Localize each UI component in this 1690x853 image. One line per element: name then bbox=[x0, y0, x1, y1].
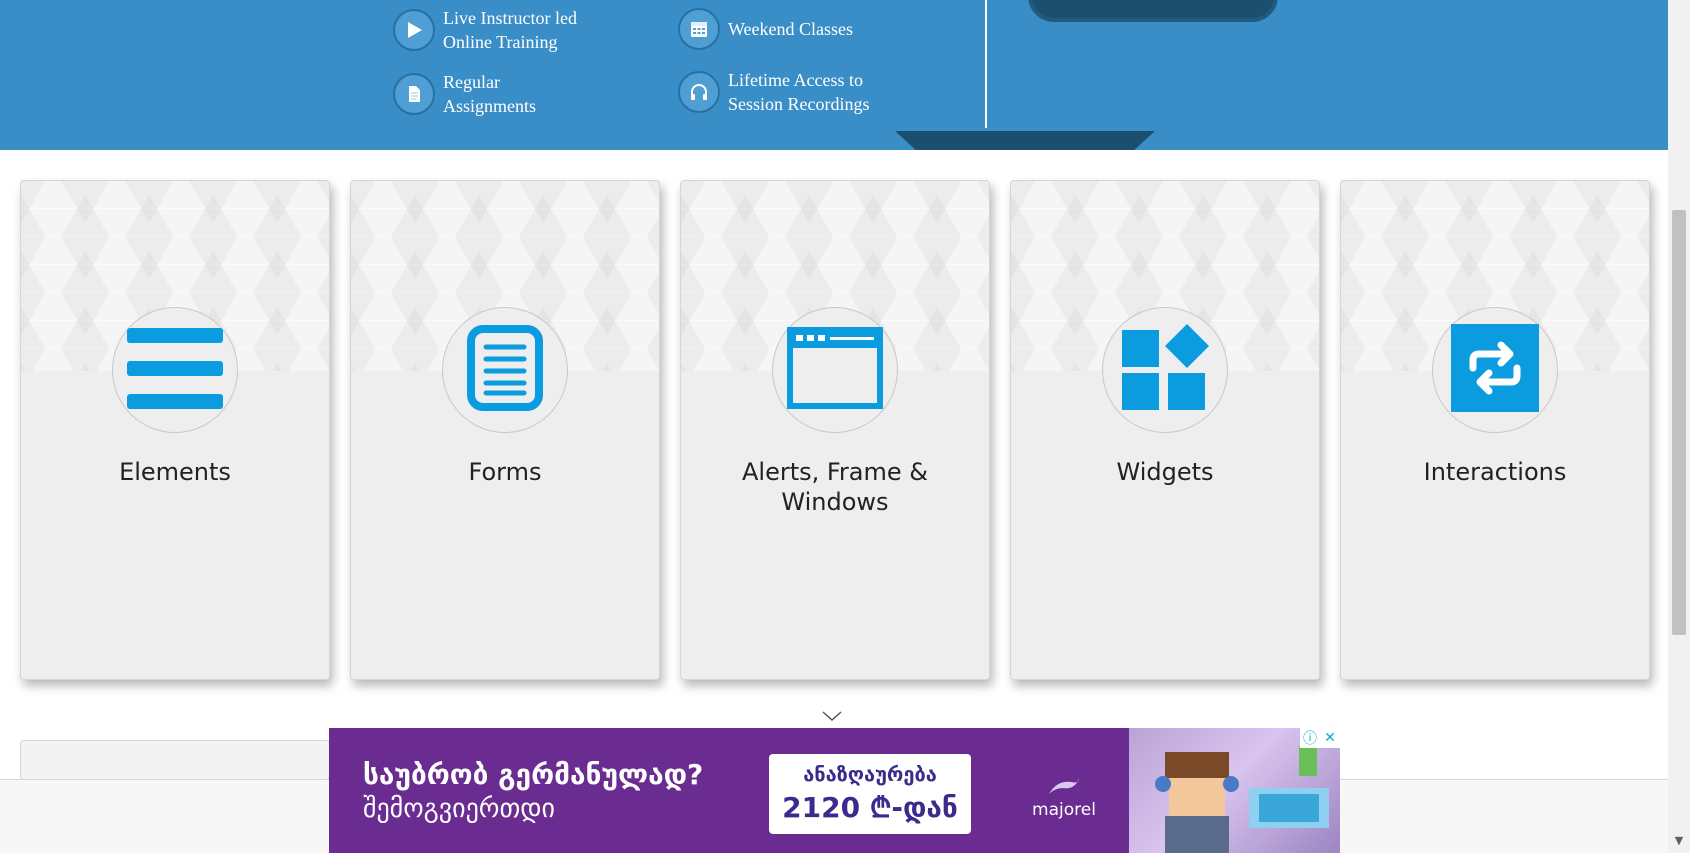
vertical-scrollbar[interactable]: ▼ bbox=[1668, 0, 1690, 853]
card-title: Forms bbox=[468, 458, 542, 486]
feature-weekend-classes: Weekend Classes bbox=[678, 8, 853, 50]
scrollbar-thumb[interactable] bbox=[1672, 210, 1686, 635]
ad-controls: ⓘ ✕ bbox=[1300, 728, 1340, 748]
enroll-button-edge[interactable] bbox=[1028, 0, 1278, 22]
feature-label: Lifetime Access to Session Recordings bbox=[728, 70, 870, 114]
card-widgets[interactable]: Widgets bbox=[1010, 180, 1320, 680]
feature-live-training: Live Instructor led Online Training bbox=[393, 6, 577, 54]
ad-price-value: 2120 ₾-დან bbox=[782, 791, 958, 824]
ad-price-label: ანაზღაურება bbox=[803, 762, 937, 786]
document-icon bbox=[393, 73, 435, 115]
headphones-icon bbox=[678, 71, 720, 113]
card-title: Interactions bbox=[1423, 458, 1567, 486]
card-icon-circle bbox=[1102, 307, 1228, 433]
card-icon-circle bbox=[772, 307, 898, 433]
repeat-arrows-icon bbox=[1451, 324, 1539, 416]
card-interactions[interactable]: Interactions bbox=[1340, 180, 1650, 680]
form-document-icon bbox=[467, 325, 543, 415]
card-title: Alerts, Frame & Windows bbox=[741, 458, 928, 516]
card-icon-circle bbox=[442, 307, 568, 433]
ad-close-icon[interactable]: ✕ bbox=[1320, 728, 1340, 748]
banner-divider bbox=[985, 0, 987, 128]
banner-tab-decoration bbox=[895, 131, 1155, 150]
ad-brand-name: majorel bbox=[1032, 800, 1096, 820]
page-viewport: Live Instructor led Online Training Week… bbox=[0, 0, 1690, 853]
card-icon-circle bbox=[112, 307, 238, 433]
feature-label: Weekend Classes bbox=[728, 19, 854, 39]
card-forms[interactable]: Forms bbox=[350, 180, 660, 680]
ad-headline: საუბრობ გერმანულად? bbox=[363, 758, 704, 791]
feature-label: Regular Assignments bbox=[443, 72, 537, 116]
ad-brand-logo: majorel bbox=[1019, 776, 1109, 820]
brand-logo-icon bbox=[1049, 778, 1079, 794]
calendar-icon bbox=[678, 8, 720, 50]
feature-assignments: Regular Assignments bbox=[393, 70, 536, 118]
card-title: Widgets bbox=[1116, 458, 1214, 486]
chevron-down-icon[interactable] bbox=[820, 708, 844, 722]
ad-price-box[interactable]: ანაზღაურება 2120 ₾-დან bbox=[769, 754, 971, 834]
play-icon bbox=[393, 9, 435, 51]
browser-window-icon bbox=[786, 326, 884, 414]
course-banner: Live Instructor led Online Training Week… bbox=[0, 0, 1668, 150]
card-elements[interactable]: Elements bbox=[20, 180, 330, 680]
scroll-down-arrow-icon[interactable]: ▼ bbox=[1672, 834, 1686, 848]
ad-subline: შემოგვიერთდი bbox=[363, 794, 556, 824]
widgets-icon bbox=[1120, 324, 1210, 416]
ad-info-icon[interactable]: ⓘ bbox=[1300, 728, 1320, 748]
card-title: Elements bbox=[119, 458, 231, 486]
feature-label: Live Instructor led Online Training bbox=[443, 8, 577, 52]
card-partial-next-row[interactable] bbox=[20, 740, 330, 780]
hamburger-icon bbox=[125, 323, 225, 417]
card-icon-circle bbox=[1432, 307, 1558, 433]
feature-lifetime-access: Lifetime Access to Session Recordings bbox=[678, 68, 870, 116]
card-alerts-frame-windows[interactable]: Alerts, Frame & Windows bbox=[680, 180, 990, 680]
advertisement-banner[interactable]: საუბრობ გერმანულად? შემოგვიერთდი ანაზღაუ… bbox=[329, 728, 1340, 853]
